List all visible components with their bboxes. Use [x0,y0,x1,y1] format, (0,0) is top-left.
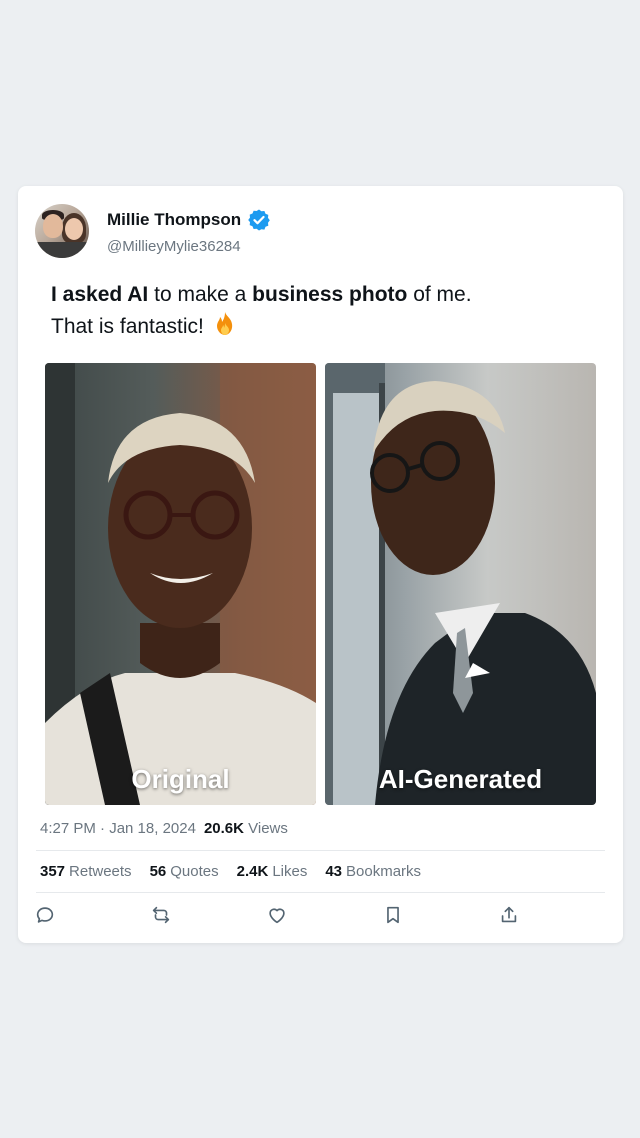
action-bar [18,904,623,928]
tweet-card: Millie Thompson @MillieyMylie36284 I ask… [18,186,623,943]
views-label: Views [248,820,288,837]
tweet-meta: 4:27 PM · Jan 18, 2024 20.6K Views [40,820,288,837]
stat-label: Retweets [69,863,132,880]
divider [36,892,605,893]
stat-count: 2.4K [236,863,269,880]
text-segment: of me. [407,283,472,306]
stat-count: 357 [40,863,66,880]
image-caption: AI-Generated [378,764,543,794]
views-count: 20.6K [203,820,244,837]
reply-icon [36,907,54,923]
retweet-icon [152,906,170,924]
author-name[interactable]: Millie Thompson [107,210,241,230]
stat-label: Bookmarks [346,863,422,880]
stat-quotes[interactable]: 56 Quotes [150,863,219,880]
like-icon [269,908,285,924]
verified-badge-icon [248,209,270,230]
share-icon [501,906,517,923]
tweet-text: I asked AI to make a business photo of m… [51,279,472,343]
avatar[interactable] [35,204,89,258]
timestamp[interactable]: 4:27 PM · Jan 18, 2024 [40,820,196,837]
tweet-text-line2: That is fantastic! [51,311,472,343]
image-original[interactable]: Original [45,363,316,805]
divider [36,850,605,851]
stat-label: Likes [272,863,308,880]
stat-bookmarks[interactable]: 43 Bookmarks [325,863,421,880]
stat-count: 43 [325,863,343,880]
text-segment: business photo [252,283,408,306]
retweet-button[interactable] [150,904,172,926]
author-handle[interactable]: @MillieyMylie36284 [107,238,271,255]
reply-button[interactable] [34,904,56,926]
tweet-stats: 357 Retweets 56 Quotes 2.4K Likes 43 Bookmar… [40,863,421,880]
like-button[interactable] [266,904,288,926]
text-segment: That is fantastic! [51,315,204,338]
image-ai-generated[interactable]: AI-Generated [325,363,596,805]
tweet-text-line1: I asked AI to make a business photo of m… [51,279,472,311]
stat-likes[interactable]: 2.4K Likes [237,863,308,880]
author-info: Millie Thompson @MillieyMylie36284 [107,208,271,255]
stat-count: 56 [149,863,167,880]
stat-label: Quotes [170,863,219,880]
text-segment: to make a [148,283,253,306]
image-caption: Original [131,764,230,794]
fire-icon [216,312,232,335]
stat-retweets[interactable]: 357 Retweets [40,863,132,880]
text-segment: I asked AI [51,283,149,306]
bookmark-icon [387,906,399,924]
bookmark-button[interactable] [382,904,404,926]
tweet-header: Millie Thompson @MillieyMylie36284 [35,204,271,258]
share-button[interactable] [498,904,520,926]
